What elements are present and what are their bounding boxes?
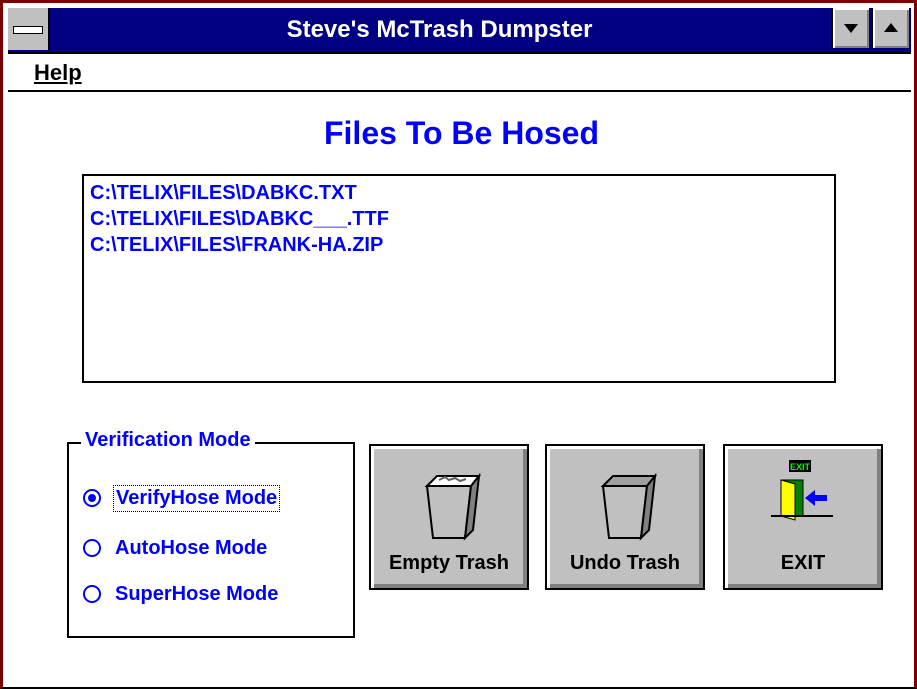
radio-label: SuperHose Mode [115, 582, 279, 605]
button-label: Empty Trash [388, 552, 510, 574]
list-item[interactable]: C:\TELIX\FILES\FRANK-HA.ZIP [84, 232, 834, 258]
radio-label: VerifyHose Mode [113, 484, 281, 512]
title-bar[interactable]: Steve's McTrash Dumpster [8, 8, 911, 54]
menu-help[interactable]: Help [34, 60, 82, 86]
trash-can-full-icon [424, 472, 482, 541]
page-title: Files To Be Hosed [323, 115, 599, 151]
radio-autohose[interactable]: AutoHose Mode [83, 533, 269, 563]
menu-bar: Help [8, 54, 911, 92]
files-listbox[interactable]: C:\TELIX\FILES\DABKC.TXT C:\TELIX\FILES\… [82, 174, 836, 383]
exit-door-icon: EXIT [771, 460, 833, 521]
radio-selected-icon[interactable] [83, 489, 101, 507]
maximize-icon[interactable] [871, 8, 909, 48]
group-legend: Verification Mode [81, 429, 255, 452]
system-menu-icon[interactable] [8, 8, 50, 50]
radio-unselected-icon[interactable] [83, 585, 101, 603]
exit-sign-text: EXIT [790, 462, 811, 472]
empty-trash-button[interactable]: Empty Trash [369, 444, 529, 590]
app-window: Steve's McTrash Dumpster Help Files To B… [0, 0, 917, 689]
button-label: EXIT [780, 552, 826, 574]
window-title: Steve's McTrash Dumpster [286, 16, 593, 43]
radio-superhose[interactable]: SuperHose Mode [83, 579, 280, 609]
list-item[interactable]: C:\TELIX\FILES\DABKC.TXT [84, 180, 834, 206]
verification-mode-group: Verification Mode VerifyHose Mode AutoHo… [67, 429, 355, 638]
button-label: Undo Trash [569, 552, 680, 574]
radio-label: AutoHose Mode [115, 536, 268, 559]
exit-button[interactable]: EXIT EXIT [723, 444, 883, 590]
undo-trash-button[interactable]: Undo Trash [545, 444, 705, 590]
list-item[interactable]: C:\TELIX\FILES\DABKC___.TTF [84, 206, 834, 232]
radio-unselected-icon[interactable] [83, 539, 101, 557]
radio-verifyhose[interactable]: VerifyHose Mode [83, 483, 281, 513]
trash-can-empty-icon [600, 472, 658, 541]
minimize-icon[interactable] [831, 8, 869, 48]
